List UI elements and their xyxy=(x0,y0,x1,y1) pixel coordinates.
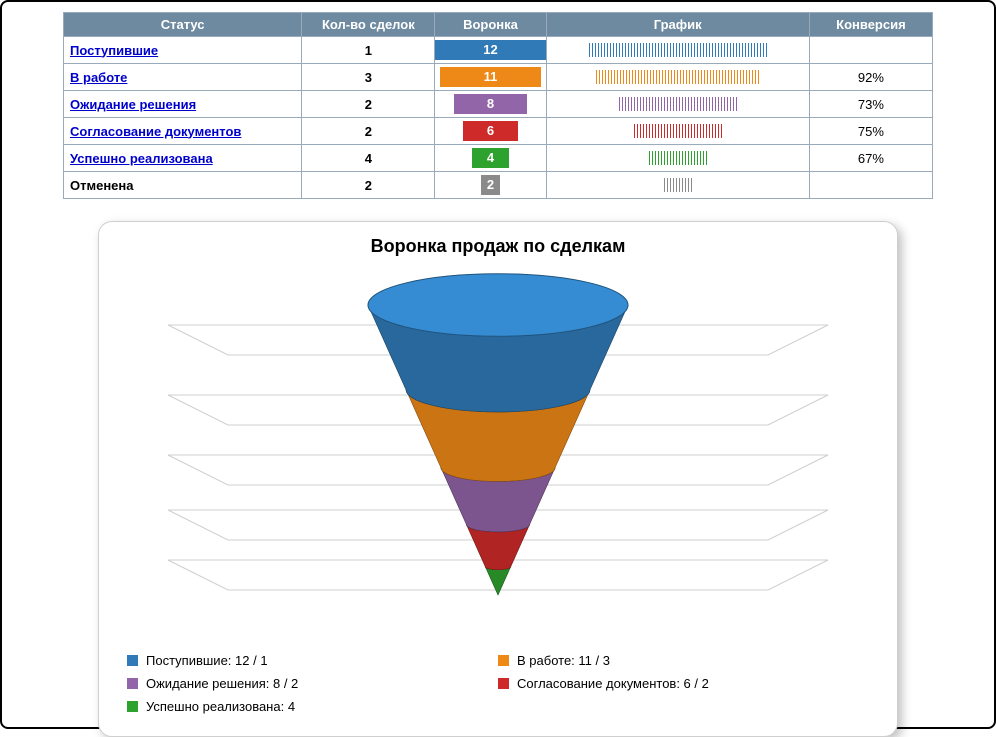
legend-item: Ожидание решения: 8 / 2 xyxy=(127,672,498,695)
chart-legend: Поступившие: 12 / 1 В работе: 11 / 3 Ожида… xyxy=(127,649,869,718)
barcode-cell xyxy=(546,91,809,118)
legend-swatch xyxy=(127,655,138,666)
table-row: Отменена22 xyxy=(64,172,933,199)
funnel-cell: 4 xyxy=(435,145,546,172)
col-header-conversion: Конверсия xyxy=(809,13,932,37)
legend-item: Поступившие: 12 / 1 xyxy=(127,649,498,672)
barcode-cell xyxy=(546,64,809,91)
count-cell: 2 xyxy=(302,118,435,145)
barcode-cell xyxy=(546,37,809,64)
barcode-cell xyxy=(546,172,809,199)
status-link-inwork[interactable]: В работе xyxy=(70,70,127,85)
funnel-bar-incoming: 12 xyxy=(435,40,545,60)
count-cell: 4 xyxy=(302,145,435,172)
funnel-bar-success: 4 xyxy=(472,148,509,168)
count-cell: 2 xyxy=(302,91,435,118)
col-header-count: Кол-во сделок xyxy=(302,13,435,37)
funnel-cell: 6 xyxy=(435,118,546,145)
funnel-cell: 2 xyxy=(435,172,546,199)
col-header-funnel: Воронка xyxy=(435,13,546,37)
table-row: В работе 311 92% xyxy=(64,64,933,91)
count-cell: 1 xyxy=(302,37,435,64)
count-cell: 2 xyxy=(302,172,435,199)
legend-swatch xyxy=(127,678,138,689)
status-text-cancelled: Отменена xyxy=(64,172,302,199)
legend-item: Успешно реализована: 4 xyxy=(127,695,498,718)
conversion-cell: 73% xyxy=(809,91,932,118)
legend-item: Согласование документов: 6 / 2 xyxy=(498,672,869,695)
funnel-bar-docs: 6 xyxy=(463,121,518,141)
funnel-cell: 8 xyxy=(435,91,546,118)
col-header-status: Статус xyxy=(64,13,302,37)
legend-swatch xyxy=(498,678,509,689)
barcode-docs xyxy=(633,123,723,139)
funnel-cell: 11 xyxy=(435,64,546,91)
funnel-svg xyxy=(127,265,869,635)
chart-title: Воронка продаж по сделкам xyxy=(127,236,869,257)
conversion-cell xyxy=(809,172,932,199)
legend-label: В работе: 11 / 3 xyxy=(517,653,610,668)
table-row: Согласование документов 2 6 75% xyxy=(64,118,933,145)
legend-label: Успешно реализована: 4 xyxy=(146,699,295,714)
barcode-cancelled xyxy=(663,177,693,193)
status-link-success[interactable]: Успешно реализована xyxy=(70,151,213,166)
barcode-inwork xyxy=(595,69,760,85)
conversion-cell: 75% xyxy=(809,118,932,145)
table-row: Успешно реализована 4 4 67% xyxy=(64,145,933,172)
funnel-table: Статус Кол-во сделок Воронка График Конв… xyxy=(63,12,933,199)
legend-item: В работе: 11 / 3 xyxy=(498,649,869,672)
conversion-cell: 67% xyxy=(809,145,932,172)
barcode-incoming xyxy=(588,42,768,58)
funnel-bar-cancelled: 2 xyxy=(481,175,499,195)
conversion-cell: 92% xyxy=(809,64,932,91)
status-link-docs[interactable]: Согласование документов xyxy=(70,124,241,139)
table-header-row: Статус Кол-во сделок Воронка График Конв… xyxy=(64,13,933,37)
legend-swatch xyxy=(498,655,509,666)
legend-label: Согласование документов: 6 / 2 xyxy=(517,676,709,691)
funnel-chart xyxy=(127,265,869,635)
table-row: Поступившие 112 xyxy=(64,37,933,64)
funnel-bar-waiting: 8 xyxy=(454,94,527,114)
funnel-cell: 12 xyxy=(435,37,546,64)
funnel-bar-inwork: 11 xyxy=(440,67,541,87)
chart-panel: Воронка продаж по сделкам Поступившие: 1… xyxy=(98,221,898,737)
legend-label: Ожидание решения: 8 / 2 xyxy=(146,676,298,691)
barcode-success xyxy=(648,150,708,166)
table-row: Ожидание решения 28 73% xyxy=(64,91,933,118)
status-link-incoming[interactable]: Поступившие xyxy=(70,43,158,58)
count-cell: 3 xyxy=(302,64,435,91)
barcode-waiting xyxy=(618,96,738,112)
barcode-cell xyxy=(546,145,809,172)
barcode-cell xyxy=(546,118,809,145)
status-link-waiting[interactable]: Ожидание решения xyxy=(70,97,196,112)
legend-swatch xyxy=(127,701,138,712)
col-header-chart: График xyxy=(546,13,809,37)
conversion-cell xyxy=(809,37,932,64)
legend-label: Поступившие: 12 / 1 xyxy=(146,653,268,668)
